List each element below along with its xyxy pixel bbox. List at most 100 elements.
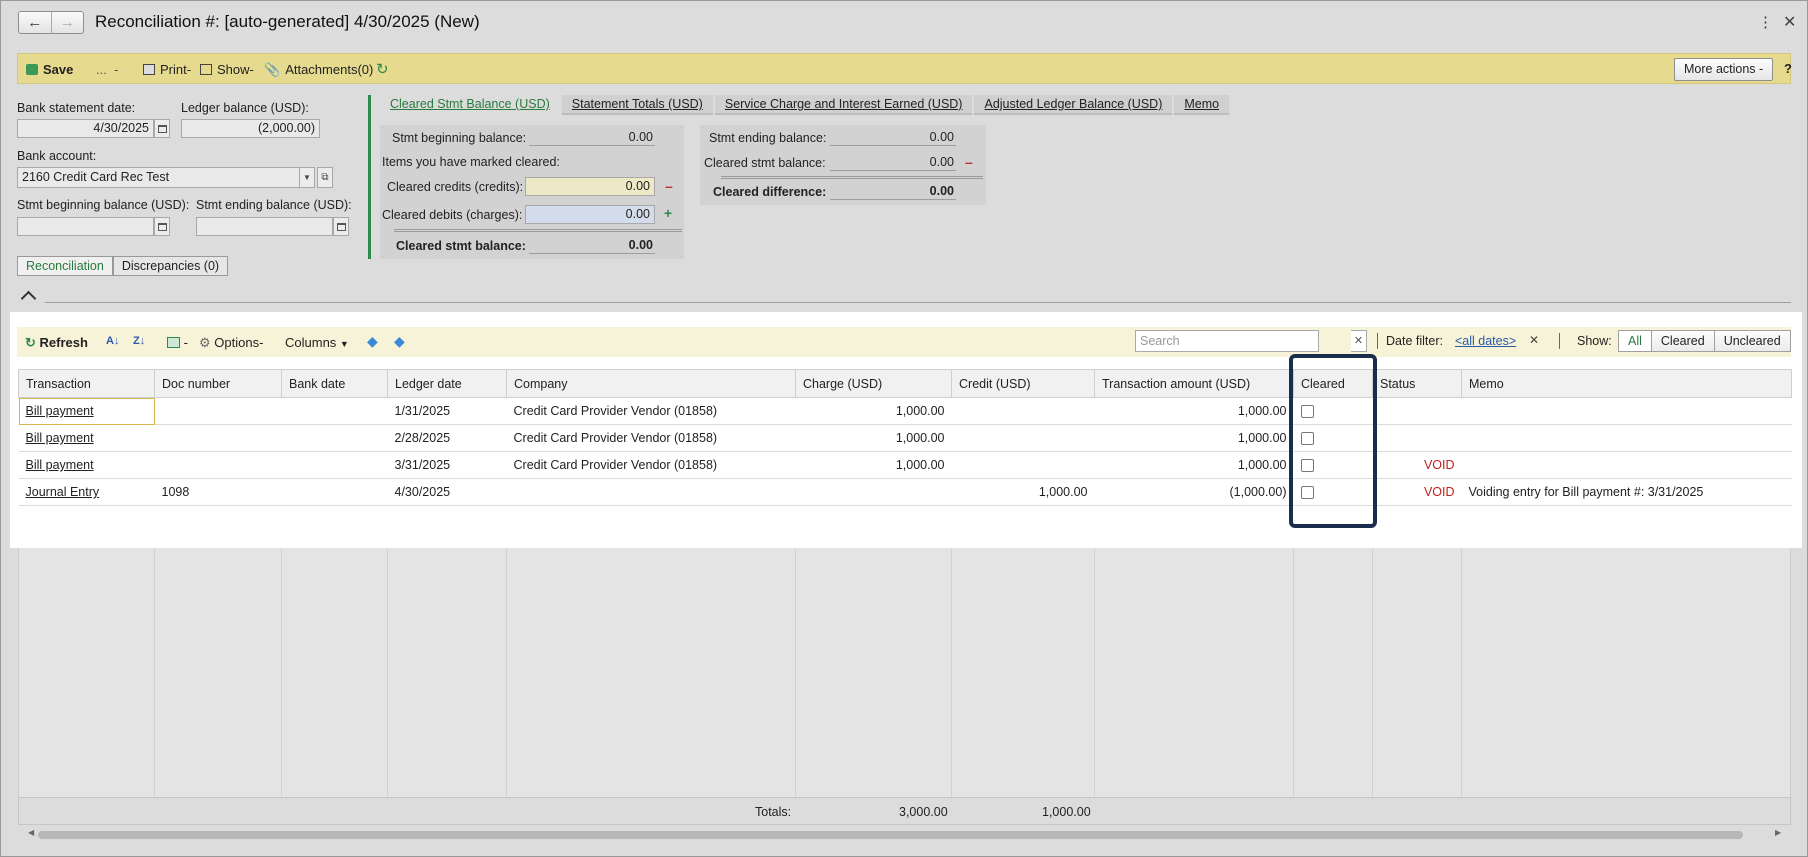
charge-cell: 1,000.00 <box>795 424 952 452</box>
ledger-date-cell: 2/28/2025 <box>387 424 507 452</box>
toolbar-divider <box>1377 333 1378 349</box>
ledger-date-cell: 1/31/2025 <box>387 397 507 425</box>
nav-buttons: ← → <box>18 11 84 34</box>
credit-cell <box>951 451 1095 479</box>
calculator-icon[interactable] <box>333 217 349 236</box>
table-row[interactable]: Bill payment 3/31/2025 Credit Card Provi… <box>18 451 1792 479</box>
show-label: Show: <box>1577 334 1612 348</box>
status-cell <box>1372 424 1462 452</box>
search-input[interactable]: Search <box>1135 330 1319 352</box>
close-icon[interactable]: ✕ <box>1783 12 1796 32</box>
tab-cleared-stmt-balance[interactable]: Cleared Stmt Balance (USD) <box>380 95 560 115</box>
status-cell <box>1372 397 1462 425</box>
company-cell: Credit Card Provider Vendor (01858) <box>506 424 796 452</box>
tab-adjusted-ledger-balance[interactable]: Adjusted Ledger Balance (USD) <box>974 95 1173 115</box>
stmt-ending-label: Stmt ending balance (USD): <box>196 198 352 212</box>
chevron-down-icon[interactable]: ▼ <box>299 167 315 188</box>
back-arrow-icon[interactable]: ← <box>19 12 51 33</box>
ledger-balance-field: (2,000.00) <box>181 119 320 138</box>
print-button[interactable]: Print- <box>143 62 191 77</box>
cleared-debits-label: Cleared debits (charges): <box>382 208 523 222</box>
help-icon[interactable]: ? <box>1784 61 1792 76</box>
tab-memo[interactable]: Memo <box>1174 95 1230 115</box>
refresh-icon[interactable]: ↻ <box>376 60 389 78</box>
cleared-credits-label: Cleared credits (credits): <box>387 180 524 194</box>
transaction-link[interactable]: Bill payment <box>26 404 94 418</box>
main-toolbar: Save ... - Print- Show- 📎 Attachments(0) … <box>17 53 1792 84</box>
clear-date-filter-icon[interactable]: ✕ <box>1529 333 1539 347</box>
panel-separator <box>394 229 682 232</box>
divider-line <box>45 302 1791 303</box>
charge-cell: 1,000.00 <box>795 451 952 479</box>
cleared-difference-value: 0.00 <box>830 184 956 200</box>
bank-account-field[interactable]: 2160 Credit Card Rec Test <box>17 167 300 188</box>
clear-search-icon[interactable]: ✕ <box>1351 330 1367 352</box>
calendar-icon[interactable] <box>154 119 170 138</box>
column-header-transaction[interactable]: Transaction <box>18 369 155 398</box>
column-line <box>1094 548 1095 797</box>
more-actions-button[interactable]: More actions - <box>1674 58 1774 81</box>
column-header-memo[interactable]: Memo <box>1461 369 1792 398</box>
sort-ascending-icon[interactable]: A↓ <box>106 335 119 347</box>
calculator-icon[interactable] <box>154 217 170 236</box>
arrow-left-icon[interactable]: ◆ <box>367 333 378 350</box>
forward-arrow-icon[interactable]: → <box>50 12 84 33</box>
table-row[interactable]: Bill payment 2/28/2025 Credit Card Provi… <box>18 424 1792 452</box>
amount-cell: 1,000.00 <box>1094 424 1294 452</box>
scroll-left-icon[interactable]: ◀ <box>28 828 34 837</box>
columns-button[interactable]: Columns ▼ <box>285 335 349 350</box>
table-row[interactable]: Bill payment 1/31/2025 Credit Card Provi… <box>18 397 1792 425</box>
column-header-ledger-date[interactable]: Ledger date <box>387 369 507 398</box>
column-header-credit[interactable]: Credit (USD) <box>951 369 1095 398</box>
bulk-select-button[interactable]: - <box>167 335 188 350</box>
amount-cell: (1,000.00) <box>1094 478 1294 506</box>
horizontal-scrollbar[interactable]: ◀ ▶ <box>28 828 1783 840</box>
show-uncleared-button[interactable]: Uncleared <box>1713 330 1791 352</box>
more-save-options[interactable]: ... - <box>96 62 118 77</box>
stmt-ending-field[interactable] <box>196 217 333 236</box>
attachments-button[interactable]: 📎 Attachments(0) <box>264 62 373 78</box>
column-line <box>795 548 796 797</box>
show-all-button[interactable]: All <box>1618 330 1652 352</box>
credit-cell <box>951 397 1095 425</box>
bank-statement-date-field[interactable]: 4/30/2025 <box>17 119 154 138</box>
stmt-beginning-field[interactable] <box>17 217 154 236</box>
column-line <box>1293 548 1294 797</box>
printer-icon <box>143 64 155 75</box>
column-header-company[interactable]: Company <box>506 369 796 398</box>
chevron-up-icon[interactable] <box>20 290 37 307</box>
show-cleared-button[interactable]: Cleared <box>1650 330 1715 352</box>
arrow-right-icon[interactable]: ◆ <box>394 333 405 350</box>
cleared-column-highlight <box>1289 354 1377 528</box>
tab-statement-totals[interactable]: Statement Totals (USD) <box>561 95 713 115</box>
tab-discrepancies[interactable]: Discrepancies (0) <box>112 256 229 276</box>
refresh-button[interactable]: ↻ Refresh <box>25 335 88 351</box>
tab-service-charge[interactable]: Service Charge and Interest Earned (USD) <box>714 95 973 115</box>
cleared-stmt-balance-value: 0.00 <box>529 238 655 254</box>
scroll-right-icon[interactable]: ▶ <box>1775 828 1781 837</box>
transaction-link[interactable]: Bill payment <box>26 458 94 472</box>
minus-icon: – <box>665 178 673 194</box>
options-button[interactable]: ⚙ Options- <box>199 335 263 351</box>
date-filter-link[interactable]: <all dates> <box>1455 334 1516 348</box>
column-header-bank-date[interactable]: Bank date <box>281 369 388 398</box>
amount-cell: 1,000.00 <box>1094 451 1294 479</box>
column-header-status[interactable]: Status <box>1372 369 1462 398</box>
charge-cell: 1,000.00 <box>795 397 952 425</box>
table-row[interactable]: Journal Entry 1098 4/30/2025 1,000.00 (1… <box>18 478 1792 506</box>
tab-reconciliation[interactable]: Reconciliation <box>17 256 113 276</box>
column-header-transaction-amount[interactable]: Transaction amount (USD) <box>1094 369 1294 398</box>
column-header-doc-number[interactable]: Doc number <box>154 369 282 398</box>
transaction-link[interactable]: Bill payment <box>26 431 94 445</box>
save-button[interactable]: Save <box>26 62 73 77</box>
sort-descending-icon[interactable]: Z↓ <box>133 335 145 347</box>
column-header-charge[interactable]: Charge (USD) <box>795 369 952 398</box>
doc-number-cell: 1098 <box>154 478 282 506</box>
transaction-link[interactable]: Journal Entry <box>26 485 100 499</box>
show-filter-group: All Cleared Uncleared <box>1618 330 1791 352</box>
kebab-menu-icon[interactable]: ⋮ <box>1758 13 1773 31</box>
show-button[interactable]: Show- <box>200 62 254 77</box>
scrollbar-thumb[interactable] <box>38 831 1743 839</box>
column-line <box>951 548 952 797</box>
external-link-icon[interactable]: ⧉ <box>317 167 333 188</box>
